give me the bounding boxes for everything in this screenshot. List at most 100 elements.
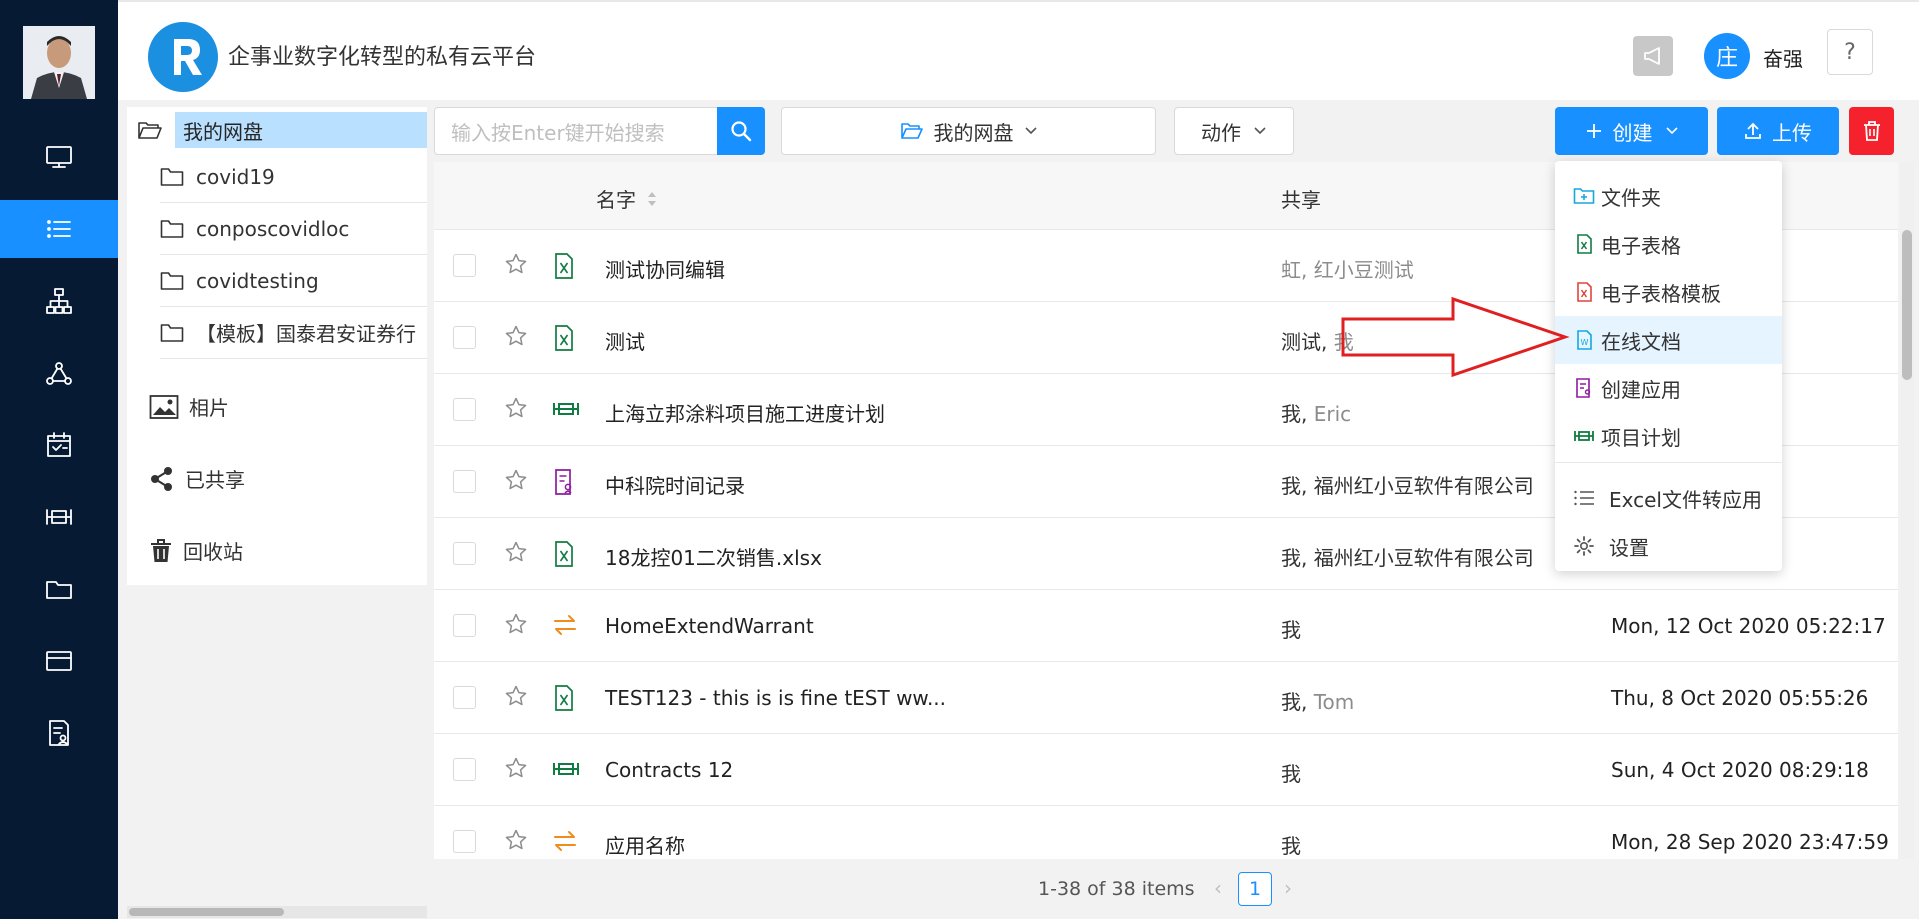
nav-shared[interactable]: 已共享: [149, 464, 245, 493]
star-icon[interactable]: [504, 468, 528, 492]
menu-item-project-plan[interactable]: 项目计划: [1555, 412, 1782, 460]
menu-item-settings[interactable]: 设置: [1555, 522, 1782, 570]
help-button[interactable]: ?: [1827, 29, 1873, 75]
file-name[interactable]: 测试协同编辑: [605, 254, 725, 283]
favorite-toggle[interactable]: [504, 396, 528, 424]
share-info: 我, Tom: [1281, 686, 1354, 715]
org-chart-icon: [46, 288, 72, 314]
path-select[interactable]: 我的网盘: [781, 107, 1156, 155]
chevron-right-icon[interactable]: ›: [1284, 876, 1292, 900]
scrollbar-thumb[interactable]: [1902, 230, 1912, 380]
delete-button[interactable]: [1849, 107, 1894, 155]
search-button[interactable]: [717, 107, 765, 155]
row-checkbox[interactable]: [453, 830, 476, 853]
share-info: 我: [1281, 758, 1301, 787]
share-info: 我, 福州红小豆软件有限公司: [1281, 542, 1534, 571]
row-checkbox[interactable]: [453, 326, 476, 349]
favorite-toggle[interactable]: [504, 684, 528, 712]
file-type-icon: [552, 612, 578, 642]
column-header-name[interactable]: 名字: [596, 184, 658, 213]
row-checkbox[interactable]: [453, 686, 476, 709]
table-row[interactable]: HomeExtendWarrant 我 Mon, 12 Oct 2020 05:22…: [434, 590, 1898, 662]
tree-folder[interactable]: covid19: [160, 151, 427, 203]
nav-payments[interactable]: [0, 632, 118, 690]
share-secondary: Eric: [1313, 402, 1352, 426]
table-vertical-scrollbar[interactable]: [1900, 162, 1914, 859]
menu-item-folder[interactable]: 文件夹: [1555, 172, 1782, 220]
create-button[interactable]: 创建: [1555, 107, 1708, 155]
nav-folders[interactable]: [0, 560, 118, 618]
favorite-toggle[interactable]: [504, 828, 528, 856]
share-main: 我: [1281, 834, 1301, 858]
star-icon[interactable]: [504, 396, 528, 420]
tree-folder[interactable]: conposcovidloc: [160, 203, 427, 255]
upload-button[interactable]: 上传: [1717, 107, 1839, 155]
tree-folder[interactable]: covidtesting: [160, 255, 427, 307]
user-name[interactable]: 奋强: [1763, 43, 1803, 72]
nav-workflow[interactable]: [0, 344, 118, 402]
nav-reports[interactable]: [0, 704, 118, 762]
file-name[interactable]: 18龙控01二次销售.xlsx: [605, 542, 822, 571]
sort-icon[interactable]: [646, 190, 658, 208]
row-checkbox[interactable]: [453, 254, 476, 277]
menu-item-online-doc[interactable]: W 在线文档: [1555, 316, 1782, 364]
file-name[interactable]: 中科院时间记录: [605, 470, 745, 499]
favorite-toggle[interactable]: [504, 612, 528, 640]
folder-add-icon: [1573, 188, 1595, 204]
app-form-icon: [555, 469, 572, 495]
row-checkbox[interactable]: [453, 398, 476, 421]
row-checkbox[interactable]: [453, 542, 476, 565]
star-icon[interactable]: [504, 540, 528, 564]
star-icon[interactable]: [504, 684, 528, 708]
tree-horizontal-scrollbar[interactable]: [127, 906, 427, 918]
favorite-toggle[interactable]: [504, 324, 528, 352]
user-avatar[interactable]: 庄: [1704, 33, 1750, 79]
nav-projects[interactable]: [0, 488, 118, 546]
file-type-icon: [552, 396, 580, 426]
user-photo[interactable]: [23, 26, 95, 99]
table-row[interactable]: 应用名称 我 Mon, 28 Sep 2020 23:47:59: [434, 806, 1898, 859]
nav-organization[interactable]: [0, 272, 118, 330]
file-name[interactable]: 应用名称: [605, 830, 685, 859]
file-type-icon: [552, 324, 576, 356]
nav-desktop[interactable]: [0, 128, 118, 186]
table-row[interactable]: TEST123 - this is is fine tEST ww... 我, T…: [434, 662, 1898, 734]
table-row[interactable]: Contracts 12 我 Sun, 4 Oct 2020 08:29:18: [434, 734, 1898, 806]
star-icon[interactable]: [504, 756, 528, 780]
file-name[interactable]: 测试: [605, 326, 645, 355]
nav-trash[interactable]: 回收站: [149, 536, 243, 565]
file-name[interactable]: Contracts 12: [605, 758, 733, 782]
nav-tasks[interactable]: [0, 416, 118, 474]
menu-item-excel-to-app[interactable]: Excel文件转应用: [1555, 474, 1782, 522]
menu-item-create-app[interactable]: 创建应用: [1555, 364, 1782, 412]
row-checkbox[interactable]: [453, 758, 476, 781]
star-icon[interactable]: [504, 828, 528, 852]
chevron-left-icon[interactable]: ‹: [1214, 876, 1222, 900]
menu-item-spreadsheet-template[interactable]: 电子表格模板: [1555, 268, 1782, 316]
file-name[interactable]: 上海立邦涂料项目施工进度计划: [605, 398, 885, 427]
favorite-toggle[interactable]: [504, 252, 528, 280]
announcement-button[interactable]: [1633, 36, 1673, 76]
row-checkbox[interactable]: [453, 614, 476, 637]
star-icon[interactable]: [504, 612, 528, 636]
tree-folder[interactable]: 【模板】国泰君安证券行: [160, 307, 427, 359]
tree-root-my-drive[interactable]: 我的网盘: [137, 112, 427, 148]
row-checkbox[interactable]: [453, 470, 476, 493]
favorite-toggle[interactable]: [504, 468, 528, 496]
star-icon[interactable]: [504, 324, 528, 348]
nav-files[interactable]: [0, 200, 118, 258]
star-icon[interactable]: [504, 252, 528, 276]
favorite-toggle[interactable]: [504, 756, 528, 784]
action-dropdown-button[interactable]: 动作: [1174, 107, 1294, 155]
nav-photos[interactable]: 相片: [149, 392, 229, 421]
column-header-share[interactable]: 共享: [1281, 184, 1321, 213]
file-name[interactable]: TEST123 - this is is fine tEST ww...: [605, 686, 946, 710]
share-info: 虹, 红小豆测试: [1281, 254, 1414, 283]
file-name[interactable]: HomeExtendWarrant: [605, 614, 814, 638]
brand-logo[interactable]: [148, 22, 218, 92]
favorite-toggle[interactable]: [504, 540, 528, 568]
menu-item-spreadsheet[interactable]: 电子表格: [1555, 220, 1782, 268]
page-number-button[interactable]: 1: [1238, 872, 1272, 906]
scrollbar-thumb[interactable]: [129, 908, 284, 916]
search-input[interactable]: 输入按Enter键开始搜索: [434, 107, 718, 155]
